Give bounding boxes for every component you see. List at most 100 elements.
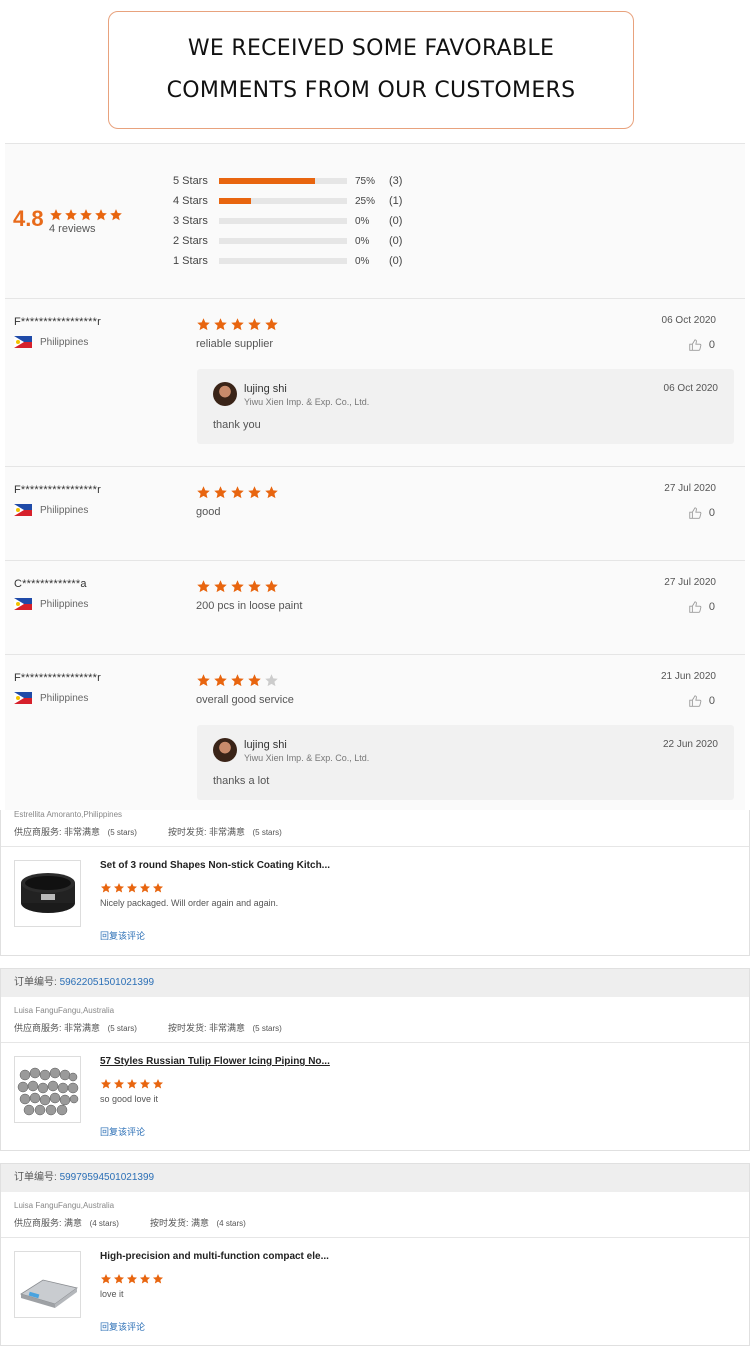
service-stars: (5 stars) bbox=[107, 1024, 137, 1033]
star-filled-icon bbox=[230, 579, 245, 594]
star-filled-icon bbox=[264, 317, 279, 332]
product-stars bbox=[100, 879, 165, 897]
order-review: 订单编号: 59622051501021399 Luisa FanguFangu… bbox=[0, 968, 750, 1151]
like-count: 0 bbox=[708, 339, 715, 351]
country-label: Philippines bbox=[40, 504, 89, 516]
divider bbox=[1, 846, 749, 847]
review-text: 200 pcs in loose paint bbox=[196, 600, 303, 612]
delivery-value: 满意 bbox=[190, 1218, 209, 1228]
review-date: 27 Jul 2020 bbox=[664, 577, 716, 588]
distribution-bar bbox=[219, 218, 347, 224]
star-filled-icon bbox=[213, 317, 228, 332]
review-date: 21 Jun 2020 bbox=[660, 671, 716, 682]
star-filled-icon bbox=[247, 317, 262, 332]
distribution-count: (0) bbox=[389, 215, 403, 227]
reviewer-name: F*****************r bbox=[14, 672, 101, 684]
distribution-percent: 0% bbox=[355, 235, 370, 247]
review-text: good bbox=[196, 506, 221, 518]
product-thumbnail[interactable] bbox=[14, 860, 81, 927]
distribution-label: 1 Stars bbox=[173, 255, 208, 267]
product-title[interactable]: High-precision and multi-function compac… bbox=[100, 1251, 329, 1262]
reviews-panel: 4.8 4 reviews 5 Stars 75% (3) 4 Stars 25… bbox=[5, 143, 745, 810]
star-filled-icon bbox=[152, 1273, 164, 1285]
reply-author: lujing shi bbox=[244, 739, 287, 751]
product-thumbnail[interactable] bbox=[14, 1251, 81, 1318]
philippines-flag-icon bbox=[14, 692, 32, 704]
distribution-row-5[interactable]: 5 Stars 75% (3) bbox=[173, 174, 402, 188]
delivery-label: 按时发货: bbox=[167, 827, 207, 837]
star-filled-icon bbox=[213, 579, 228, 594]
delivery-stars: (5 stars) bbox=[252, 828, 282, 837]
philippines-flag-icon bbox=[14, 504, 32, 516]
review-item: F*****************r Philippines good 27 … bbox=[5, 467, 745, 561]
reply-text: thank you bbox=[213, 419, 261, 431]
order-label: 订单编号: bbox=[14, 1172, 57, 1183]
product-title[interactable]: 57 Styles Russian Tulip Flower Icing Pip… bbox=[100, 1056, 330, 1067]
star-filled-icon bbox=[230, 673, 245, 688]
country-label: Philippines bbox=[40, 692, 89, 704]
reviewer-name: F*****************r bbox=[14, 484, 101, 496]
reply-author: lujing shi bbox=[244, 383, 287, 395]
star-filled-icon bbox=[247, 579, 262, 594]
like-button[interactable]: 0 bbox=[688, 600, 715, 614]
star-filled-icon bbox=[139, 1273, 151, 1285]
distribution-row-2[interactable]: 2 Stars 0% (0) bbox=[173, 234, 402, 248]
star-filled-icon bbox=[196, 673, 211, 688]
star-filled-icon bbox=[213, 485, 228, 500]
reply-company: Yiwu Xien Imp. & Exp. Co., Ltd. bbox=[244, 397, 370, 407]
seller-reply: lujing shi Yiwu Xien Imp. & Exp. Co., Lt… bbox=[197, 369, 734, 444]
like-button[interactable]: 0 bbox=[688, 506, 715, 520]
star-filled-icon bbox=[247, 485, 262, 500]
delivery-stars: (5 stars) bbox=[252, 1024, 282, 1033]
average-rating: 4.8 bbox=[13, 206, 44, 231]
distribution-bar bbox=[219, 238, 347, 244]
reviewer-country: Philippines bbox=[14, 692, 88, 704]
reply-date: 22 Jun 2020 bbox=[662, 739, 718, 750]
review-stars bbox=[196, 316, 281, 334]
product-thumbnail[interactable] bbox=[14, 1056, 81, 1123]
review-date: 06 Oct 2020 bbox=[661, 315, 716, 326]
order-number-link[interactable]: 59979594501021399 bbox=[60, 1172, 155, 1183]
distribution-percent: 25% bbox=[355, 195, 376, 207]
reply-comment-link[interactable]: 回复该评论 bbox=[100, 929, 145, 942]
order-review: Estrellita Amoranto,Philippines 供应商服务: 非… bbox=[0, 810, 750, 956]
star-filled-icon bbox=[264, 579, 279, 594]
delivery-value: 非常满意 bbox=[208, 1023, 245, 1033]
distribution-bar bbox=[219, 258, 347, 264]
philippines-flag-icon bbox=[14, 336, 32, 348]
avatar bbox=[213, 382, 237, 406]
divider bbox=[1, 1237, 749, 1238]
reply-comment-link[interactable]: 回复该评论 bbox=[100, 1125, 145, 1138]
distribution-row-4[interactable]: 4 Stars 25% (1) bbox=[173, 194, 402, 208]
order-number-link[interactable]: 59622051501021399 bbox=[60, 977, 155, 988]
reviewer-country: Philippines bbox=[14, 336, 88, 348]
review-text: overall good service bbox=[196, 694, 294, 706]
star-filled-icon bbox=[100, 1273, 112, 1285]
reviewer-name: F*****************r bbox=[14, 316, 101, 328]
like-button[interactable]: 0 bbox=[688, 694, 715, 708]
distribution-fill bbox=[219, 178, 315, 184]
distribution-label: 3 Stars bbox=[173, 215, 208, 227]
reviewer-name: C*************a bbox=[14, 578, 87, 590]
delivery-value: 非常满意 bbox=[208, 827, 245, 837]
review-comment: so good love it bbox=[100, 1094, 159, 1104]
like-button[interactable]: 0 bbox=[688, 338, 715, 352]
reply-comment-link[interactable]: 回复该评论 bbox=[100, 1320, 145, 1333]
star-filled-icon bbox=[230, 317, 245, 332]
distribution-row-1[interactable]: 1 Stars 0% (0) bbox=[173, 254, 402, 268]
product-title[interactable]: Set of 3 round Shapes Non-stick Coating … bbox=[100, 860, 330, 871]
like-count: 0 bbox=[708, 695, 715, 707]
star-filled-icon bbox=[196, 317, 211, 332]
thumbs-up-icon bbox=[689, 695, 702, 707]
star-filled-icon bbox=[126, 1078, 138, 1090]
review-text: reliable supplier bbox=[196, 338, 274, 350]
distribution-row-3[interactable]: 3 Stars 0% (0) bbox=[173, 214, 402, 228]
distribution-percent: 0% bbox=[355, 255, 370, 267]
like-count: 0 bbox=[708, 601, 715, 613]
reviewer-country: Philippines bbox=[14, 504, 88, 516]
cake-pan-icon bbox=[21, 873, 75, 913]
seller-ratings: 供应商服务: 非常满意 (5 stars) 按时发货: 非常满意 (5 star… bbox=[14, 1021, 282, 1034]
seller-reply: lujing shi Yiwu Xien Imp. & Exp. Co., Lt… bbox=[197, 725, 734, 800]
star-filled-icon bbox=[113, 882, 125, 894]
star-filled-icon bbox=[139, 1078, 151, 1090]
